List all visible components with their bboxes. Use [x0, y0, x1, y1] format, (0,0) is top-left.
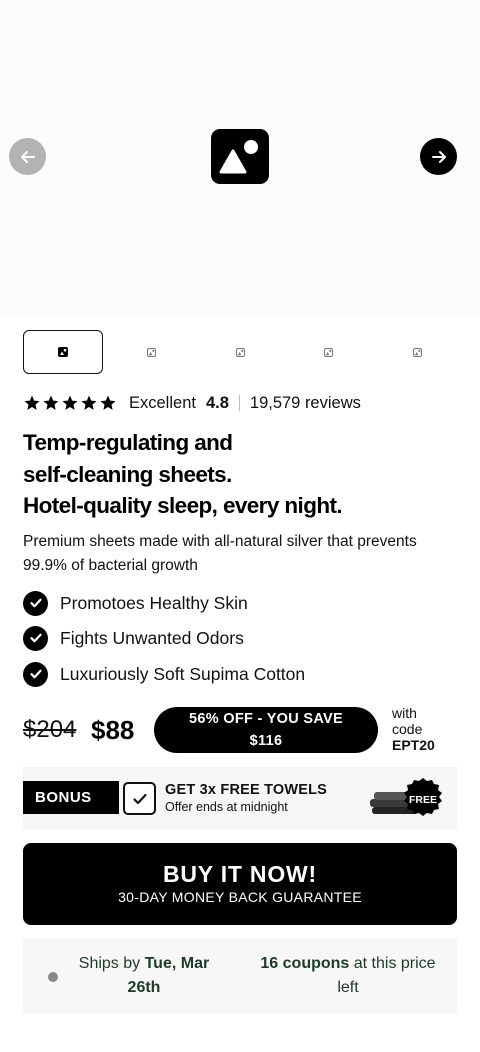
benefit-label: Luxuriously Soft Supima Cotton: [60, 663, 306, 684]
checkmark-icon: [132, 793, 147, 804]
star-rating: [23, 394, 117, 412]
bonus-checkbox[interactable]: [123, 782, 156, 815]
original-price: $204: [23, 716, 77, 743]
next-image-button[interactable]: [420, 138, 457, 175]
coupon-count: 16 coupons: [260, 955, 350, 972]
thumbnail-4[interactable]: [288, 330, 368, 374]
product-headline: Temp-regulating and self-cleaning sheets…: [23, 427, 463, 522]
promo-code-note: with code EPT20: [392, 705, 462, 753]
benefit-label: Fights Unwanted Odors: [60, 627, 244, 648]
thumbnail-1[interactable]: [23, 330, 103, 374]
bonus-title: GET 3x FREE TOWELS: [165, 782, 328, 798]
headline-line-2: self-cleaning sheets.: [23, 461, 232, 487]
thumbnail-5[interactable]: [377, 330, 457, 374]
bonus-tag-arrow: [109, 781, 119, 813]
thumbnail-strip: [23, 330, 457, 374]
star-icon: [62, 395, 78, 410]
previous-image-button[interactable]: [9, 138, 46, 175]
buy-now-button[interactable]: BUY IT NOW! 30-DAY MONEY BACK GUARANTEE: [23, 843, 457, 925]
star-icon: [100, 395, 116, 410]
image-placeholder-icon: [412, 347, 422, 357]
divider: [238, 395, 240, 411]
ship-date-text: Ships by Tue, Mar 26th: [70, 952, 218, 1000]
coupons-remaining-text: 16 coupons at this price left: [248, 952, 448, 1000]
star-icon: [24, 395, 40, 410]
free-badge: FREE: [409, 794, 437, 806]
checkmark-circle-icon: [23, 661, 48, 687]
buy-now-label: BUY IT NOW!: [162, 861, 318, 887]
price-row: $204 $88 56% OFF - YOU SAVE $116 with co…: [23, 705, 457, 755]
ship-prefix: Ships by: [78, 955, 145, 972]
image-placeholder-icon: [235, 347, 245, 357]
promo-code-text: with: [392, 705, 417, 721]
thumbnail-3[interactable]: [200, 330, 280, 374]
benefit-item: Fights Unwanted Odors: [23, 625, 244, 651]
arrow-right-icon: [431, 150, 446, 163]
image-placeholder-icon: [323, 347, 333, 357]
rating-row[interactable]: Excellent 4.8 19,579 reviews: [23, 393, 361, 413]
headline-line-1: Temp-regulating and: [23, 430, 233, 455]
bonus-subtitle: Offer ends at midnight: [165, 800, 288, 814]
star-icon: [81, 395, 97, 410]
headline-line-3: Hotel-quality sleep, every night.: [23, 493, 343, 518]
benefit-item: Promotoes Healthy Skin: [23, 590, 248, 616]
bonus-tag: BONUS: [23, 781, 119, 814]
promo-code-text: code: [392, 721, 423, 737]
discount-line-1: 56% OFF - YOU SAVE: [189, 711, 343, 727]
benefit-label: Promotoes Healthy Skin: [60, 592, 248, 613]
checkmark-circle-icon: [23, 625, 48, 651]
image-placeholder-icon[interactable]: [211, 129, 269, 184]
image-placeholder-icon: [58, 347, 68, 357]
status-dot-icon: [48, 972, 58, 982]
rating-label: Excellent: [129, 393, 196, 412]
promo-code[interactable]: EPT20: [392, 737, 462, 753]
rating-score: 4.8: [205, 393, 229, 412]
review-count[interactable]: 19,579 reviews: [250, 394, 361, 413]
sale-price: $88: [91, 715, 135, 745]
benefit-item: Luxuriously Soft Supima Cotton: [23, 661, 305, 687]
shipping-info: Ships by Tue, Mar 26th 16 coupons at thi…: [23, 939, 457, 1014]
arrow-left-icon: [20, 150, 35, 163]
towels-image: FREE: [370, 778, 442, 816]
image-placeholder-icon: [146, 347, 156, 357]
bonus-offer: BONUS GET 3x FREE TOWELS Offer ends at m…: [23, 767, 457, 829]
checkmark-circle-icon: [23, 590, 48, 616]
product-image-gallery: [0, 0, 480, 316]
discount-line-2: $116: [249, 732, 283, 749]
discount-badge: 56% OFF - YOU SAVE $116: [154, 707, 378, 753]
coupon-suffix: at this price left: [337, 955, 436, 996]
product-description: Premium sheets made with all-natural sil…: [23, 533, 417, 574]
guarantee-label: 30-DAY MONEY BACK GUARANTEE: [118, 889, 362, 905]
star-icon: [43, 395, 59, 410]
thumbnail-2[interactable]: [111, 330, 191, 374]
